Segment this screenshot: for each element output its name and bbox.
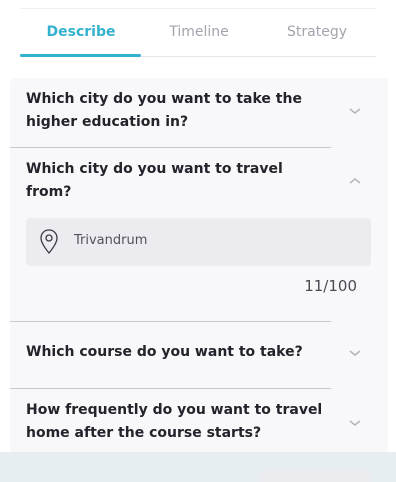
question-travel-frequency[interactable]: How frequently do you want to travel hom…	[26, 399, 326, 445]
chevron-down-icon[interactable]	[348, 106, 362, 116]
question-course[interactable]: Which course do you want to take?	[26, 341, 326, 364]
chevron-down-icon[interactable]	[348, 348, 362, 358]
tab-timeline[interactable]: Timeline	[144, 24, 254, 40]
question-divider	[10, 388, 331, 389]
travel-from-input[interactable]	[74, 233, 354, 248]
question-education-city[interactable]: Which city do you want to take the highe…	[26, 88, 326, 134]
tab-strategy[interactable]: Strategy	[262, 24, 372, 40]
tab-describe[interactable]: Describe	[26, 24, 136, 40]
travel-from-field[interactable]	[26, 218, 371, 266]
chevron-up-icon[interactable]	[348, 176, 362, 186]
character-counter: 11/100	[304, 277, 357, 295]
tab-bar: Describe Timeline Strategy	[0, 0, 396, 78]
question-divider	[10, 321, 331, 322]
active-tab-indicator	[20, 54, 141, 57]
question-travel-from-city[interactable]: Which city do you want to travel from?	[26, 158, 326, 204]
next-button[interactable]	[259, 470, 371, 482]
location-pin-icon	[38, 228, 60, 256]
chevron-down-icon[interactable]	[348, 418, 362, 428]
questions-panel: Which city do you want to take the highe…	[10, 78, 388, 452]
tab-bar-top-divider	[20, 8, 376, 9]
question-divider	[10, 147, 331, 148]
